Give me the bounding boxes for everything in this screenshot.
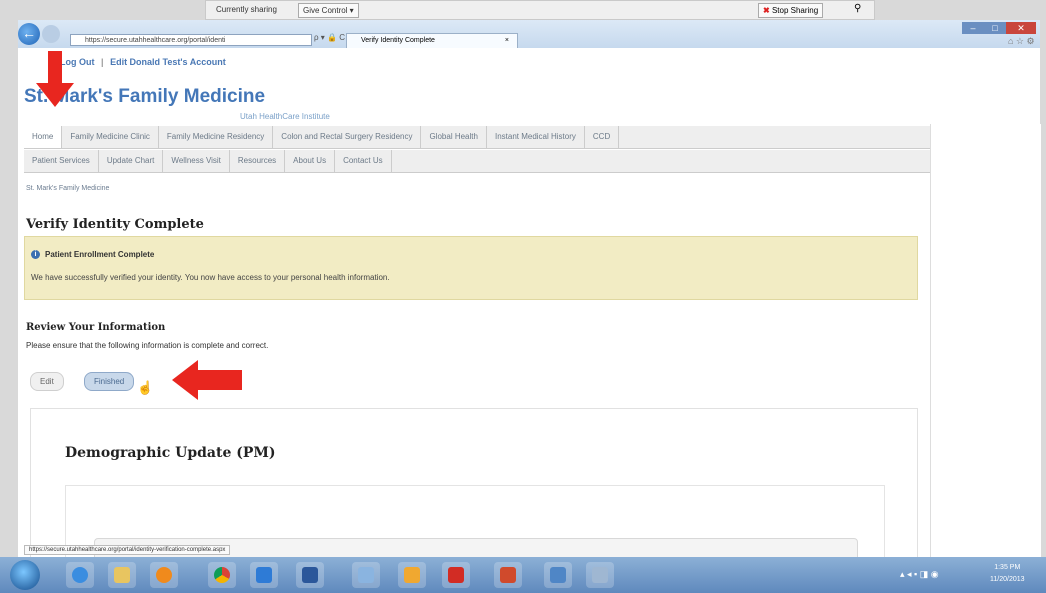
- nav-primary: Home Family Medicine Clinic Family Medicin…: [24, 126, 930, 149]
- nav-item-family-medicine-residency[interactable]: Family Medicine Residency: [159, 126, 274, 148]
- account-links: Log Out | Edit Donald Test's Account: [60, 57, 226, 67]
- tab-close-icon[interactable]: ×: [505, 34, 509, 48]
- taskbar-powerpoint[interactable]: [494, 562, 522, 588]
- close-button[interactable]: ✕: [1006, 22, 1036, 34]
- windows-taskbar: ▴ ◂ ▪ ◨ ◉ 1:35 PM 11/20/2013: [0, 557, 1046, 593]
- chrome-icon: [214, 567, 230, 583]
- right-panel: [930, 124, 1041, 564]
- back-button[interactable]: ←: [18, 23, 40, 45]
- status-bar-url: https://secure.utahhealthcare.org/portal…: [24, 545, 231, 555]
- nav-item-contact-us[interactable]: Contact Us: [335, 150, 392, 172]
- start-button[interactable]: [10, 560, 40, 590]
- media-player-icon: [156, 567, 172, 583]
- app2-icon: [550, 567, 566, 583]
- app3-icon: [592, 567, 608, 583]
- taskbar-app3[interactable]: [586, 562, 614, 588]
- tab-title: Verify Identity Complete: [361, 37, 435, 44]
- taskbar-media[interactable]: [150, 562, 178, 588]
- annotation-arrow-down-icon: [36, 51, 74, 107]
- nav-item-instant-medical-history[interactable]: Instant Medical History: [487, 126, 585, 148]
- review-title: Review Your Information: [26, 322, 166, 333]
- link-separator: |: [101, 57, 104, 67]
- site-subtitle: Utah HealthCare Institute: [240, 112, 330, 121]
- taskbar-outlook[interactable]: [398, 562, 426, 588]
- give-control-button[interactable]: Give Control ▾: [298, 3, 359, 18]
- info-icon: i: [31, 250, 40, 259]
- taskbar-app[interactable]: [352, 562, 380, 588]
- home-star-gear-icons[interactable]: ⌂ ☆ ⚙: [1008, 36, 1035, 47]
- card-title: Demographic Update (PM): [65, 445, 276, 461]
- forward-button[interactable]: [42, 25, 60, 43]
- nav-item-patient-services[interactable]: Patient Services: [24, 150, 99, 172]
- app-icon: [358, 567, 374, 583]
- taskbar-word[interactable]: [296, 562, 324, 588]
- clock-date: 11/20/2013: [990, 576, 1025, 583]
- stop-icon: ✖: [763, 6, 770, 15]
- edit-button[interactable]: Edit: [30, 372, 64, 391]
- stop-sharing-button[interactable]: ✖ Stop Sharing: [758, 3, 824, 18]
- browser-toolbar: ← https://secure.utahhealthcare.org/port…: [18, 20, 1040, 48]
- nav-item-home[interactable]: Home: [24, 126, 63, 148]
- nav-item-resources[interactable]: Resources: [230, 150, 286, 172]
- stop-sharing-label: Stop Sharing: [771, 6, 819, 15]
- nav-item-about-us[interactable]: About Us: [285, 150, 336, 172]
- demographic-card: Demographic Update (PM): [30, 408, 918, 577]
- word-icon: [302, 567, 318, 583]
- taskbar-acrobat[interactable]: [442, 562, 470, 588]
- nav-secondary: Patient Services Update Chart Wellness Vis…: [24, 150, 930, 173]
- page-title: Verify Identity Complete: [26, 217, 204, 232]
- ie-icon: [72, 567, 88, 583]
- system-tray-icons[interactable]: ▴ ◂ ▪ ◨ ◉: [900, 569, 939, 580]
- clock-time: 1:35 PM: [994, 564, 1021, 571]
- nav-item-global-health[interactable]: Global Health: [421, 126, 487, 148]
- edit-account-link[interactable]: Edit Donald Test's Account: [110, 57, 226, 67]
- acrobat-icon: [448, 567, 464, 583]
- enrollment-alert: i Patient Enrollment Complete We have su…: [24, 236, 918, 300]
- alert-body: We have successfully verified your ident…: [31, 273, 390, 282]
- back-arrow-icon: ←: [22, 25, 36, 41]
- review-description: Please ensure that the following informa…: [26, 341, 269, 350]
- maximize-button[interactable]: □: [984, 22, 1006, 34]
- finished-button[interactable]: Finished: [84, 372, 135, 391]
- taskbar-chrome[interactable]: [208, 562, 236, 588]
- alert-title: Patient Enrollment Complete: [45, 250, 155, 259]
- lync-icon: [256, 567, 272, 583]
- folder-icon: [114, 567, 130, 583]
- address-text: https://secure.utahhealthcare.org/portal…: [85, 37, 226, 44]
- powerpoint-icon: [500, 567, 516, 583]
- nav-item-colon-and-rectal-surgery-residency[interactable]: Colon and Rectal Surgery Residency: [273, 126, 422, 148]
- address-bar[interactable]: https://secure.utahhealthcare.org/portal…: [70, 34, 312, 46]
- tab-verify-identity[interactable]: Verify Identity Complete ×: [346, 33, 518, 48]
- taskbar-ie[interactable]: [66, 562, 94, 588]
- taskbar-explorer[interactable]: [108, 562, 136, 588]
- nav-item-wellness-visit[interactable]: Wellness Visit: [163, 150, 230, 172]
- nav-item-update-chart[interactable]: Update Chart: [99, 150, 164, 172]
- minimize-button[interactable]: –: [962, 22, 984, 34]
- currently-sharing-label: Currently sharing: [216, 5, 277, 14]
- nav-item-family-medicine-clinic[interactable]: Family Medicine Clinic: [62, 126, 159, 148]
- mouse-cursor-icon: ☝: [137, 380, 154, 395]
- taskbar-app2[interactable]: [544, 562, 572, 588]
- annotation-arrow-left-icon: [172, 360, 242, 400]
- taskbar-lync[interactable]: [250, 562, 278, 588]
- nav-item-ccd[interactable]: CCD: [585, 126, 620, 148]
- pin-icon[interactable]: ⚲: [854, 3, 861, 14]
- clock[interactable]: 1:35 PM 11/20/2013: [990, 562, 1025, 586]
- outlook-icon: [404, 567, 420, 583]
- screen-sharing-bar: Currently sharing Give Control ▾ ✖ Stop …: [205, 0, 875, 20]
- breadcrumb[interactable]: St. Mark's Family Medicine: [26, 185, 109, 192]
